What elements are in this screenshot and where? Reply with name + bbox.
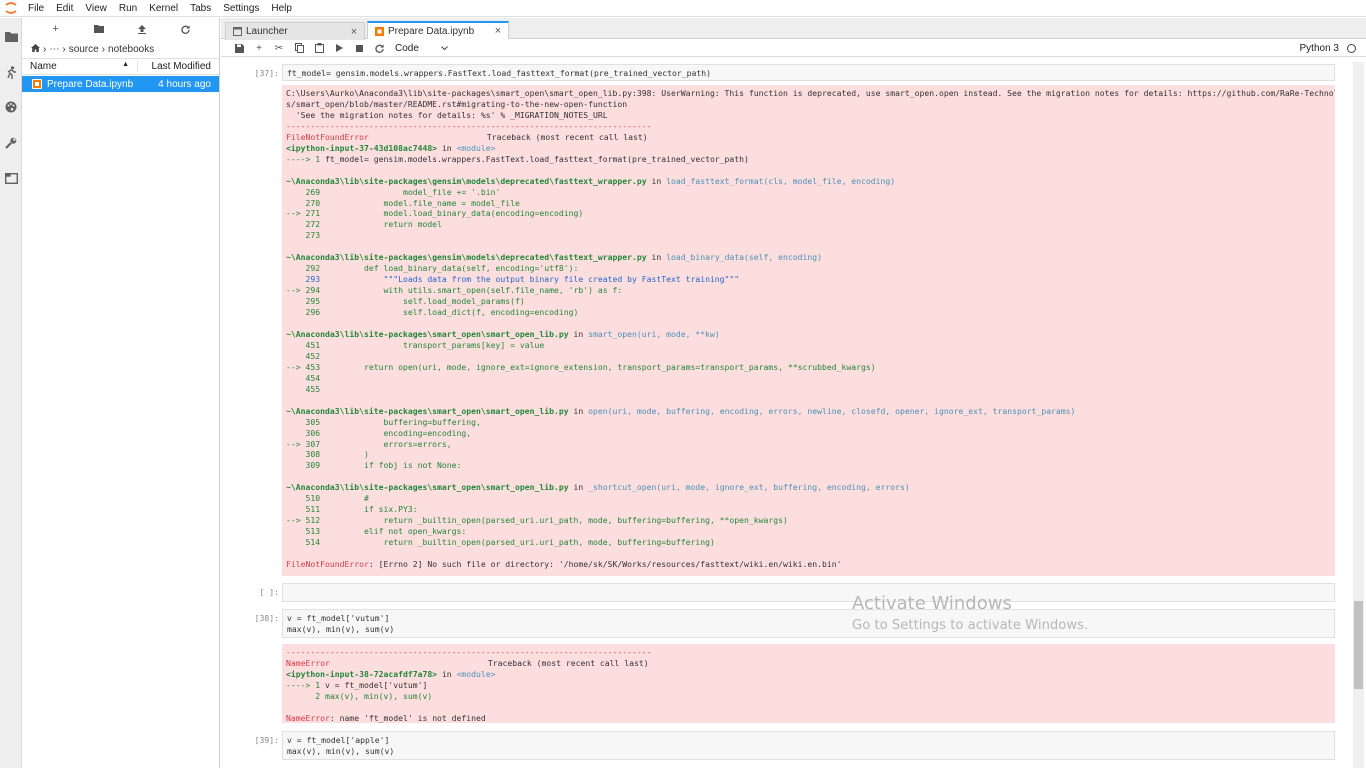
- close-icon[interactable]: ×: [348, 26, 360, 38]
- cut-icon[interactable]: ✂: [269, 40, 289, 56]
- cell-prompt: [37]:: [254, 68, 279, 78]
- insert-cell-icon[interactable]: +: [249, 40, 269, 56]
- breadcrumb-notebooks[interactable]: notebooks: [108, 44, 154, 55]
- file-list-item[interactable]: Prepare Data.ipynb 4 hours ago: [22, 76, 219, 92]
- menu-run[interactable]: Run: [113, 0, 143, 17]
- stop-icon[interactable]: [349, 40, 369, 56]
- notebook-toolbar: + ✂ Code Python 3: [221, 40, 1366, 57]
- running-icon[interactable]: [3, 64, 19, 80]
- activity-bar: [0, 18, 22, 768]
- code-cell-input[interactable]: ft_model= gensim.models.wrappers.FastTex…: [282, 64, 1335, 81]
- wrench-icon[interactable]: [3, 135, 19, 151]
- file-browser: + › ⋯ › source › notebooks Name ▲ Last M…: [22, 18, 220, 768]
- kernel-status[interactable]: Python 3: [1300, 40, 1356, 57]
- menu-view[interactable]: View: [79, 0, 113, 17]
- breadcrumb: › ⋯ › source › notebooks: [22, 40, 219, 58]
- notebook-file-icon: [374, 26, 384, 36]
- breadcrumb-source[interactable]: source: [69, 44, 99, 55]
- watermark-title: Activate Windows: [852, 593, 1012, 614]
- name-column-header[interactable]: Name ▲: [22, 61, 137, 72]
- menu-settings[interactable]: Settings: [217, 0, 265, 17]
- breadcrumb-ellipsis[interactable]: ⋯: [49, 44, 59, 55]
- run-icon[interactable]: [329, 40, 349, 56]
- menu-tabs[interactable]: Tabs: [184, 0, 217, 17]
- last-modified-column-header[interactable]: Last Modified: [137, 61, 219, 72]
- menu-file[interactable]: File: [22, 0, 50, 17]
- notebook-panel: [37]: ft_model= gensim.models.wrappers.F…: [221, 58, 1366, 768]
- menu-bar: File Edit View Run Kernel Tabs Settings …: [0, 0, 1366, 17]
- file-browser-toolbar: +: [22, 18, 219, 40]
- upload-icon[interactable]: [135, 22, 149, 36]
- menu-help[interactable]: Help: [265, 0, 298, 17]
- menu-kernel[interactable]: Kernel: [143, 0, 184, 17]
- code-cell-input[interactable]: v = ft_model['apple'] max(v), min(v), sum…: [282, 731, 1335, 760]
- tab-launcher[interactable]: Launcher ×: [225, 22, 365, 40]
- cell-type-dropdown[interactable]: Code: [395, 43, 448, 54]
- activate-windows-watermark: Activate Windows Go to Settings to activ…: [852, 593, 1088, 635]
- home-icon[interactable]: [31, 43, 40, 55]
- new-launcher-icon[interactable]: +: [49, 22, 63, 36]
- restart-icon[interactable]: [369, 40, 389, 56]
- tab-bar: Launcher × Prepare Data.ipynb ×: [221, 18, 1366, 40]
- cell-prompt: [38]:: [254, 613, 279, 623]
- close-icon[interactable]: ×: [492, 25, 504, 37]
- launcher-icon: [232, 27, 242, 37]
- chevron-down-icon: [441, 43, 448, 54]
- palette-icon[interactable]: [3, 99, 19, 115]
- folder-icon[interactable]: [3, 28, 19, 44]
- copy-icon[interactable]: [289, 40, 309, 56]
- refresh-icon[interactable]: [178, 22, 192, 36]
- cell-prompt: [39]:: [254, 735, 279, 745]
- menu-edit[interactable]: Edit: [50, 0, 79, 17]
- kernel-idle-icon: [1347, 44, 1356, 53]
- notebook-file-icon: [32, 79, 42, 89]
- save-icon[interactable]: [229, 40, 249, 56]
- scrollbar-thumb[interactable]: [1354, 601, 1363, 689]
- jupyter-logo-icon: [0, 0, 22, 17]
- kernel-name: Python 3: [1299, 43, 1339, 54]
- code-cell-input[interactable]: v = ft_model['vutum'] max(v), min(v), sum…: [282, 609, 1335, 638]
- code-cell-input[interactable]: [282, 583, 1335, 602]
- file-name: Prepare Data.ipynb: [47, 78, 134, 90]
- paste-icon[interactable]: [309, 40, 329, 56]
- tabs-icon[interactable]: [3, 170, 19, 186]
- tab-prepare-data[interactable]: Prepare Data.ipynb ×: [367, 21, 509, 39]
- error-output: ----------------------------------------…: [282, 644, 1335, 723]
- sort-ascending-icon: ▲: [122, 61, 129, 68]
- file-list-header: Name ▲ Last Modified: [22, 58, 219, 75]
- file-modified: 4 hours ago: [158, 78, 211, 90]
- watermark-subtitle: Go to Settings to activate Windows.: [852, 618, 1089, 633]
- cell-prompt: [ ]:: [259, 587, 280, 597]
- error-output: C:\Users\Aurko\Anaconda3\lib\site-packag…: [282, 85, 1335, 576]
- new-folder-icon[interactable]: [92, 22, 106, 36]
